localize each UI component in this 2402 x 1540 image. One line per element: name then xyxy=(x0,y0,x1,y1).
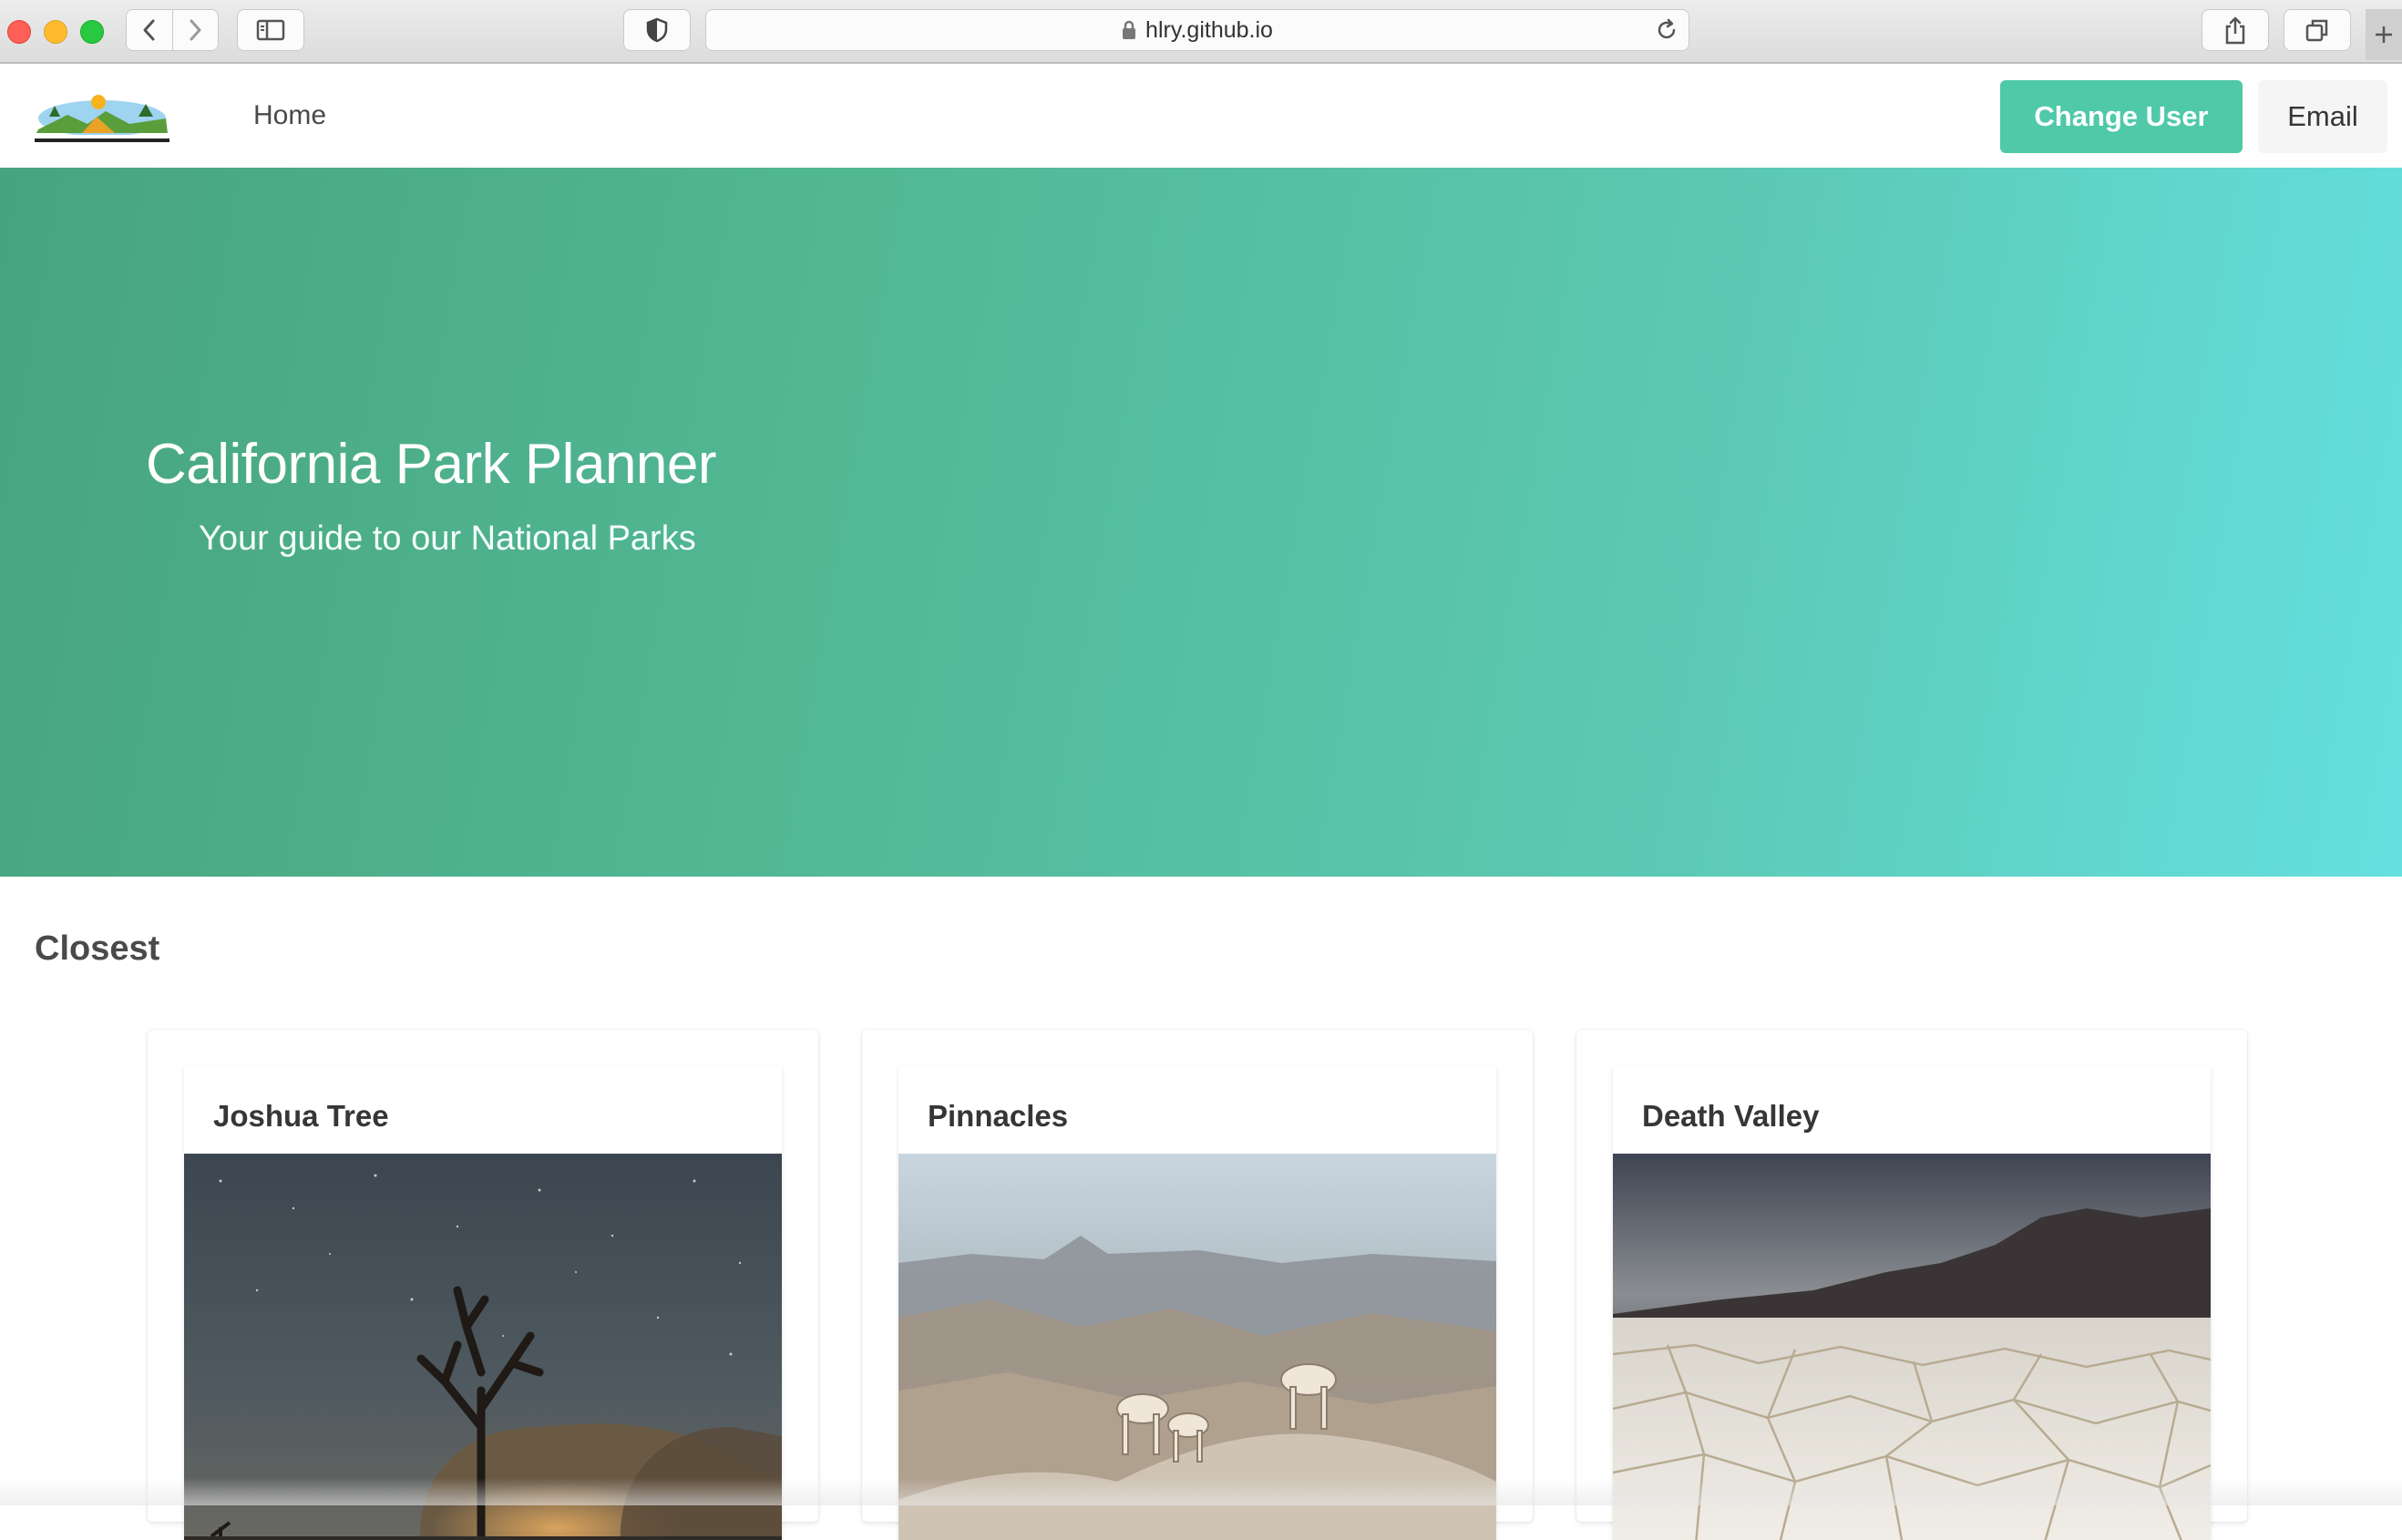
reload-icon[interactable] xyxy=(1654,17,1679,43)
sidebar-toggle-button[interactable] xyxy=(237,9,304,51)
site-navbar: Home Change User Email xyxy=(0,64,2402,168)
url-text: hlry.github.io xyxy=(1145,16,1273,43)
tabs-icon xyxy=(2305,19,2328,42)
tabs-overview-button[interactable] xyxy=(2284,9,2351,51)
share-button[interactable] xyxy=(2202,9,2269,51)
park-planner-logo[interactable] xyxy=(31,89,173,148)
nav-home-link[interactable]: Home xyxy=(253,100,326,131)
browser-toolbar: hlry.github.io xyxy=(0,0,2402,64)
park-card-inner: Pinnacles xyxy=(898,1066,1496,1540)
email-button[interactable]: Email xyxy=(2258,80,2387,153)
history-nav xyxy=(126,9,219,51)
chevron-right-icon xyxy=(190,19,201,41)
new-tab-button[interactable] xyxy=(2366,9,2402,60)
hero-banner: California Park Planner Your guide to ou… xyxy=(0,168,2402,877)
park-card-inner: Death Valley xyxy=(1613,1066,2211,1540)
hero-subtitle: Your guide to our National Parks xyxy=(199,519,696,558)
address-bar[interactable]: hlry.github.io xyxy=(705,9,1689,51)
privacy-report-button[interactable] xyxy=(623,9,691,51)
change-user-button[interactable]: Change User xyxy=(2000,80,2243,153)
park-name: Pinnacles xyxy=(928,1099,1069,1133)
share-icon xyxy=(2225,16,2245,45)
park-card-death-valley[interactable]: Death Valley xyxy=(1576,1030,2247,1540)
sidebar-icon xyxy=(256,19,285,41)
close-window-button[interactable] xyxy=(7,20,31,44)
hero-title: California Park Planner xyxy=(146,433,717,496)
park-card-inner: Joshua Tree xyxy=(184,1066,782,1540)
forward-button[interactable] xyxy=(171,10,219,50)
plus-icon xyxy=(2376,26,2392,43)
park-card-pinnacles[interactable]: Pinnacles xyxy=(862,1030,1533,1540)
zoom-window-button[interactable] xyxy=(80,20,104,44)
lock-icon xyxy=(1123,20,1136,39)
minimize-window-button[interactable] xyxy=(44,20,67,44)
scroll-fade xyxy=(0,1478,2402,1505)
chevron-left-icon xyxy=(143,19,155,41)
park-card-joshua-tree[interactable]: Joshua Tree xyxy=(148,1030,818,1540)
park-name: Death Valley xyxy=(1642,1099,1820,1133)
shield-icon xyxy=(646,17,668,43)
park-name: Joshua Tree xyxy=(213,1099,389,1133)
section-title-closest: Closest xyxy=(35,929,160,968)
back-button[interactable] xyxy=(127,10,172,50)
